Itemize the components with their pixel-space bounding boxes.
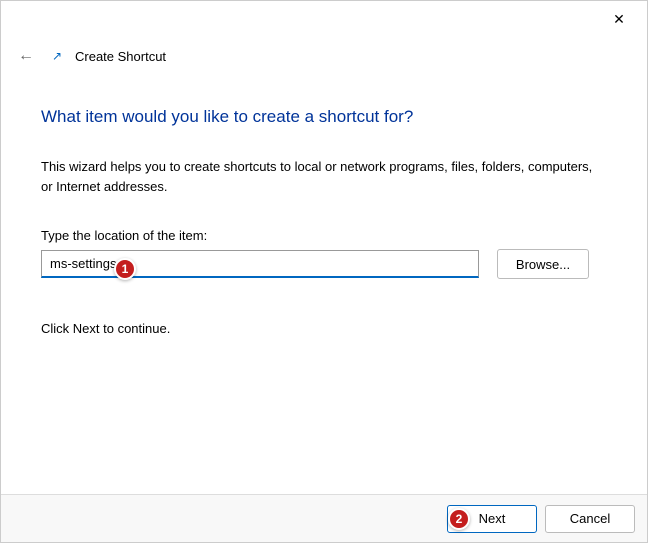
cancel-button[interactable]: Cancel [545, 505, 635, 533]
shortcut-icon: ↗ [49, 48, 65, 64]
browse-button[interactable]: Browse... [497, 249, 589, 279]
back-arrow-icon: ← [18, 47, 34, 65]
close-button[interactable]: ✕ [603, 3, 635, 35]
location-input[interactable] [41, 250, 479, 278]
window-title: Create Shortcut [75, 49, 166, 64]
continue-text: Click Next to continue. [41, 321, 607, 336]
header-row: ← ↗ Create Shortcut [1, 37, 647, 75]
annotation-badge-2: 2 [448, 508, 470, 530]
content-area: What item would you like to create a sho… [1, 75, 647, 336]
wizard-description: This wizard helps you to create shortcut… [41, 157, 607, 196]
footer: Next Cancel [1, 494, 647, 542]
main-heading: What item would you like to create a sho… [41, 107, 607, 127]
close-icon: ✕ [613, 11, 625, 28]
location-label: Type the location of the item: [41, 228, 607, 243]
back-button[interactable]: ← [13, 43, 39, 69]
annotation-badge-1: 1 [114, 258, 136, 280]
titlebar: ✕ [1, 1, 647, 37]
